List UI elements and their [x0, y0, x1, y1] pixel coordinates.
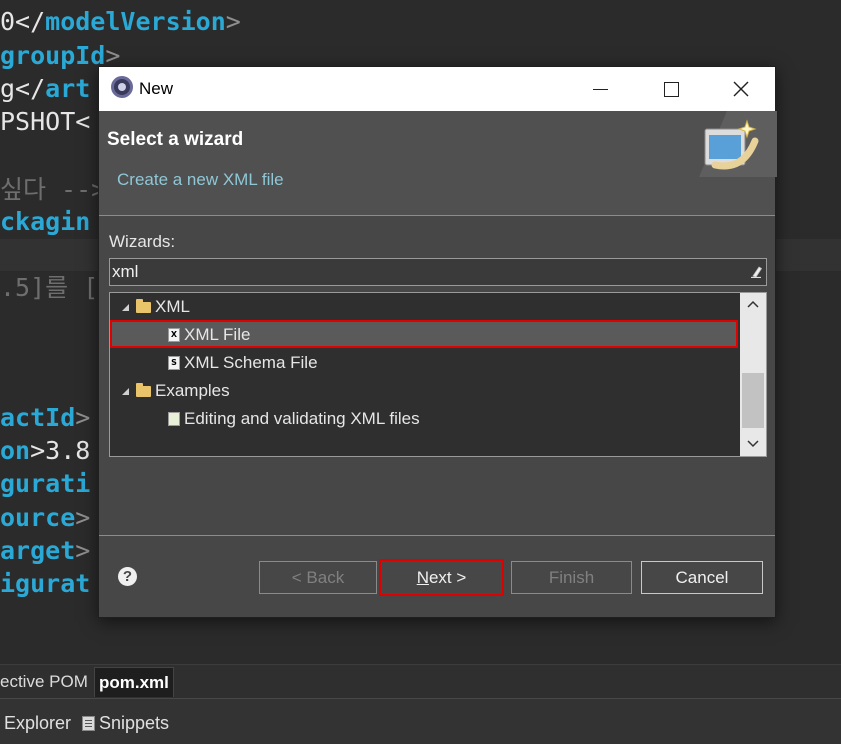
- wizard-tree[interactable]: XML X XML File S XML Schema File Example…: [109, 292, 767, 457]
- code-line: 0</modelVersion>: [0, 7, 241, 36]
- expanded-twisty-icon[interactable]: [120, 302, 130, 312]
- snippets-icon: [82, 716, 95, 731]
- tree-item-label: XML: [155, 297, 190, 316]
- code-line: arget>: [0, 536, 91, 565]
- scroll-up-icon[interactable]: [747, 299, 759, 311]
- editor-page-tabs: ective POM pom.xml: [0, 664, 841, 698]
- code-line: ckagin: [0, 207, 91, 236]
- xml-file-icon: X: [168, 328, 180, 342]
- close-icon: [733, 81, 749, 97]
- wizard-filter: [109, 258, 767, 286]
- code-line: gurati: [0, 469, 91, 498]
- explorer-view-label: Explorer: [4, 713, 72, 733]
- back-button[interactable]: < Back: [259, 561, 377, 594]
- folder-icon: [136, 382, 151, 397]
- wizards-label: Wizards:: [109, 232, 176, 251]
- clear-filter-icon[interactable]: [750, 265, 762, 278]
- dialog-title: New: [139, 79, 174, 98]
- maximize-icon: [663, 81, 679, 97]
- tree-item-xml-example[interactable]: Editing and validating XML files: [168, 405, 420, 433]
- next-button[interactable]: Next >: [379, 559, 504, 596]
- tab-effective-pom[interactable]: ective POM: [0, 667, 92, 697]
- help-icon[interactable]: ?: [118, 567, 137, 586]
- scrollbar-thumb[interactable]: [742, 373, 764, 428]
- maximize-button[interactable]: [636, 67, 706, 111]
- minimize-button[interactable]: [565, 67, 635, 111]
- explorer-view-tab[interactable]: Explorer: [4, 713, 71, 734]
- tree-folder-xml[interactable]: XML: [120, 293, 190, 321]
- tab-pom-xml[interactable]: pom.xml: [94, 667, 174, 697]
- code-line: g</art: [0, 74, 91, 103]
- new-wizard-dialog: New Select a wizard Create a new XML fil…: [98, 66, 777, 618]
- code-line: ource>: [0, 503, 91, 532]
- tree-item-xml-schema-file[interactable]: S XML Schema File: [168, 349, 318, 377]
- code-line: igurat: [0, 569, 91, 598]
- snippets-view-label: Snippets: [99, 713, 170, 733]
- code-line: PSHOT<: [0, 107, 91, 136]
- tree-item-xml-file[interactable]: X XML File: [168, 321, 250, 349]
- next-label: ext >: [428, 567, 467, 587]
- tree-item-label: Examples: [155, 381, 230, 400]
- header-separator: [99, 215, 775, 216]
- tree-item-label: XML File: [184, 325, 251, 344]
- code-line: actId>: [0, 403, 91, 432]
- page-description: Create a new XML file: [117, 170, 284, 189]
- example-project-icon: [168, 412, 180, 426]
- code-line: 싶다 -->: [0, 175, 107, 204]
- code-line: on>3.8: [0, 436, 91, 465]
- close-button[interactable]: [706, 67, 776, 111]
- cancel-button[interactable]: Cancel: [641, 561, 763, 594]
- tree-item-label: XML Schema File: [184, 353, 318, 372]
- minimize-icon: [592, 88, 608, 90]
- dialog-titlebar[interactable]: New: [99, 67, 775, 111]
- wizard-header: Select a wizard Create a new XML file: [99, 111, 777, 215]
- xml-schema-file-icon: S: [168, 356, 180, 370]
- wizard-banner-icon: [699, 111, 777, 177]
- next-mnemonic: N: [416, 567, 429, 587]
- button-bar-separator: [99, 535, 775, 536]
- tree-item-label: Editing and validating XML files: [184, 409, 420, 428]
- scroll-down-icon[interactable]: [747, 437, 759, 449]
- wizard-filter-input[interactable]: [110, 259, 738, 285]
- finish-button[interactable]: Finish: [511, 561, 632, 594]
- page-title: Select a wizard: [107, 129, 244, 150]
- eclipse-app-icon: [111, 76, 133, 98]
- tree-folder-examples[interactable]: Examples: [120, 377, 230, 405]
- views-bar: Explorer Snippets: [0, 698, 841, 744]
- snippets-view-tab[interactable]: Snippets: [82, 713, 169, 734]
- tree-vertical-scrollbar[interactable]: [740, 293, 766, 456]
- code-line: .5]를 [: [0, 273, 99, 302]
- expanded-twisty-icon[interactable]: [120, 386, 130, 396]
- folder-icon: [136, 298, 151, 313]
